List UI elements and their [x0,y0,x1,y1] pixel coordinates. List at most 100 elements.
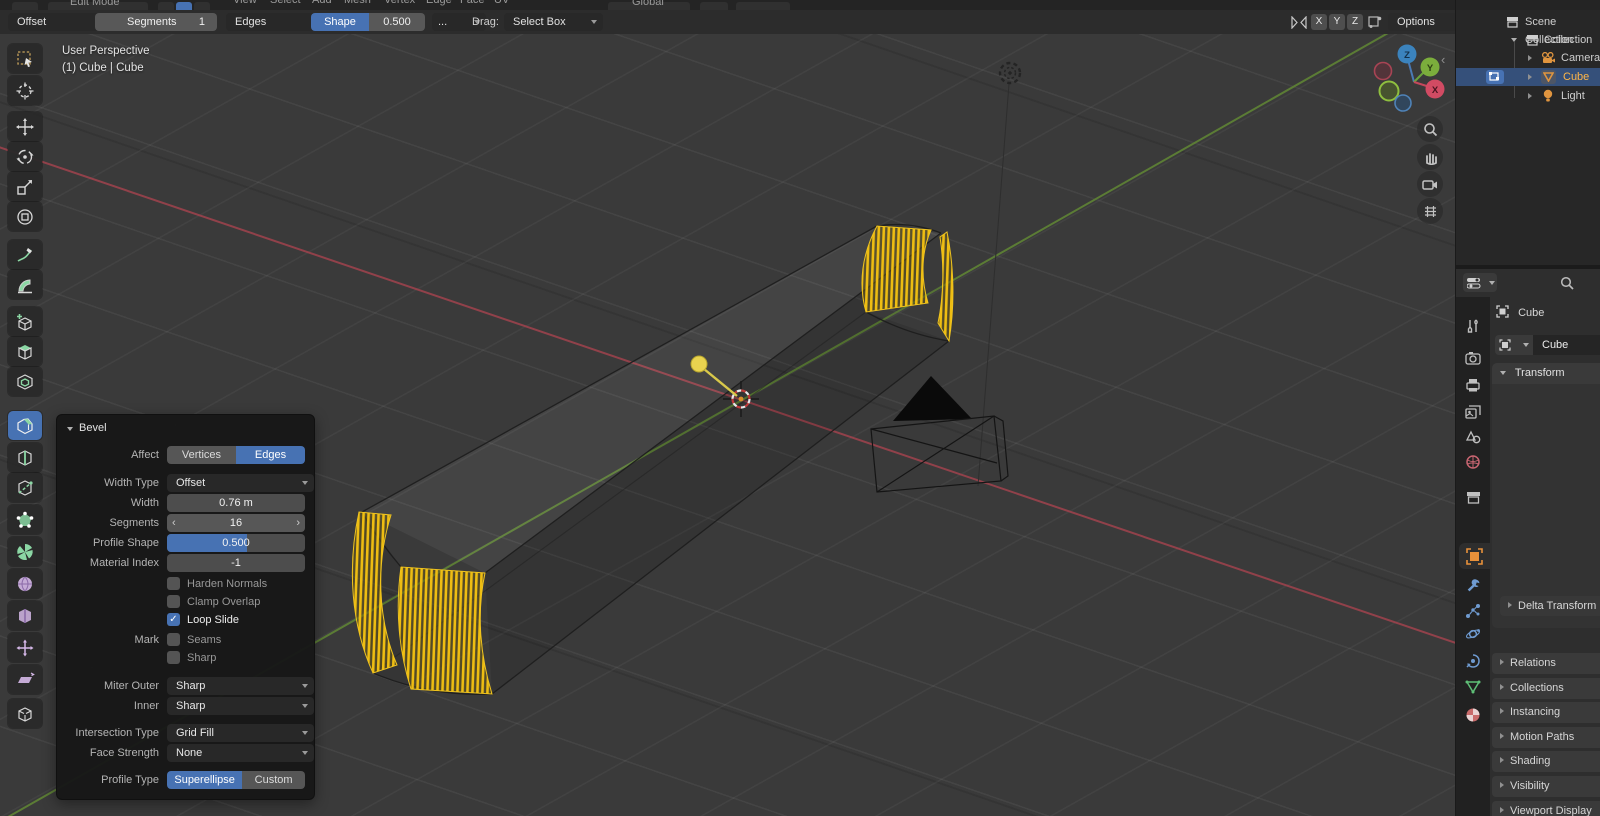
menu-select[interactable]: Select [270,0,301,9]
camera-view-button[interactable] [1417,171,1443,197]
panel-visibility[interactable]: Visibility [1492,776,1600,797]
stepper-right-icon[interactable]: › [296,514,300,532]
object-selector-button[interactable] [1495,335,1533,355]
tool-extrude-button[interactable] [8,337,42,366]
panel-instancing[interactable]: Instancing [1492,702,1600,723]
tool-measure-button[interactable] [8,270,42,299]
viewport-3d[interactable]: User Perspective (1) Cube | Cube Z Y X ‹… [0,34,1455,816]
axis-neg-y-ball[interactable] [1378,80,1400,102]
width-field[interactable]: 0.76 m [167,494,305,512]
menu-vertex[interactable]: Vertex [384,0,415,9]
tab-render[interactable] [1456,345,1490,371]
snap-toggle-icon[interactable] [700,2,728,10]
tool-transform-button[interactable] [8,202,42,231]
drag-mode-dropdown[interactable]: Select Box [504,13,603,31]
tab-tool[interactable] [1456,313,1490,339]
miter-inner-dropdown[interactable]: Sharp [167,697,314,715]
segments-field[interactable]: Segments 1 [95,13,217,31]
menu-add[interactable]: Add [312,0,332,9]
tab-collection-properties[interactable] [1456,484,1490,510]
tool-inset-button[interactable] [8,367,42,396]
face-select-button[interactable] [194,2,210,10]
menu-view[interactable]: View [233,0,257,9]
seams-checkbox[interactable] [167,633,180,646]
menu-edge[interactable]: Edge [426,0,452,9]
editor-type-icon[interactable] [12,2,38,10]
tab-modifiers[interactable] [1456,572,1490,598]
orthographic-toggle-button[interactable] [1417,198,1443,224]
harden-normals-checkbox[interactable] [167,577,180,590]
tool-poly-build-button[interactable] [8,505,42,534]
tab-scene[interactable] [1456,424,1490,450]
outliner-row-cube[interactable]: Cube [1456,68,1600,86]
outliner-row-collection[interactable]: Collection [1456,31,1600,49]
panel-viewport-display[interactable]: Viewport Display [1492,801,1600,816]
tab-physics[interactable] [1456,621,1490,647]
expand-icon[interactable] [1511,38,1517,42]
mode-dropdown[interactable]: Edit Mode [48,0,148,10]
vertex-select-button[interactable] [158,2,174,10]
tool-smooth-button[interactable] [8,569,42,598]
panel-collections[interactable]: Collections [1492,678,1600,699]
tool-bevel-button[interactable] [8,411,42,440]
tool-annotate-button[interactable] [8,240,42,269]
tab-world[interactable] [1456,449,1490,475]
shape-value-field[interactable]: 0.500 [369,13,425,31]
affect-vertices-button[interactable]: Vertices [167,446,236,464]
expand-icon[interactable] [1528,54,1532,61]
zoom-button[interactable] [1417,116,1443,142]
navigation-gizmo[interactable]: Z Y X [1340,40,1455,120]
profile-shape-slider[interactable]: 0.500 [167,534,305,552]
delta-transform-subpanel[interactable]: Delta Transform [1500,596,1600,616]
panel-relations[interactable]: Relations [1492,653,1600,674]
menu-face[interactable]: Face [460,0,484,9]
profile-custom-button[interactable]: Custom [242,771,305,789]
bevel-panel-header[interactable]: Bevel [67,419,107,437]
tool-scale-button[interactable] [8,172,42,201]
edit-mode-indicator-icon[interactable] [1486,70,1504,84]
editor-divider[interactable] [1455,0,1456,816]
object-name-field[interactable]: Cube [1533,335,1600,355]
camera-object[interactable] [870,376,1009,493]
tool-edge-slide-button[interactable] [8,601,42,630]
affect-edges-button[interactable]: Edges [236,446,305,464]
tab-view-layer[interactable] [1456,399,1490,425]
panel-collapse-chevron-icon[interactable]: ‹ [1441,52,1445,67]
panel-motion-paths[interactable]: Motion Paths [1492,727,1600,748]
menu-uv[interactable]: UV [494,0,509,9]
face-strength-dropdown[interactable]: None [167,744,314,762]
intersection-type-dropdown[interactable]: Grid Fill [167,724,314,742]
tab-object[interactable] [1459,543,1490,569]
axis-neg-z-ball[interactable] [1394,94,1412,112]
light-object[interactable] [998,61,1022,85]
axis-neg-x-ball[interactable] [1373,61,1393,81]
tool-rotate-button[interactable] [8,142,42,171]
tool-select-box-button[interactable] [8,44,42,73]
width-type-dropdown[interactable]: Offset [167,474,314,492]
tool-spin-button[interactable] [8,537,42,566]
mirror-z-button[interactable]: Z [1347,14,1363,30]
loop-slide-checkbox[interactable]: ✓ [167,613,180,626]
expand-icon[interactable] [1528,73,1532,80]
tool-loop-cut-button[interactable] [8,443,42,472]
tab-object-data[interactable] [1456,674,1490,700]
expand-icon[interactable] [1528,92,1532,99]
transform-panel-header[interactable]: Transform [1492,363,1600,384]
profile-superellipse-button[interactable]: Superellipse [167,771,243,789]
shape-toggle-button[interactable]: Shape [311,13,369,31]
edge-select-button[interactable] [176,2,192,10]
material-index-field[interactable]: -1 [167,554,305,572]
tool-shear-button[interactable] [8,665,42,694]
outliner-row-camera[interactable]: Camera [1456,49,1600,67]
pan-button[interactable] [1417,144,1443,170]
tool-knife-button[interactable] [8,473,42,502]
tab-constraints[interactable] [1456,648,1490,674]
stepper-left-icon[interactable]: ‹ [172,514,176,532]
snap-falloff-icon[interactable] [1368,16,1382,29]
segments-stepper[interactable]: ‹ 16 › [167,514,305,532]
panel-shading[interactable]: Shading [1492,751,1600,772]
tool-cursor-button[interactable] [8,76,42,105]
editor-type-button[interactable] [1463,273,1497,292]
tool-shrink-fatten-button[interactable] [8,633,42,662]
outliner-row-scene-collection[interactable]: Scene Collection [1456,13,1600,46]
